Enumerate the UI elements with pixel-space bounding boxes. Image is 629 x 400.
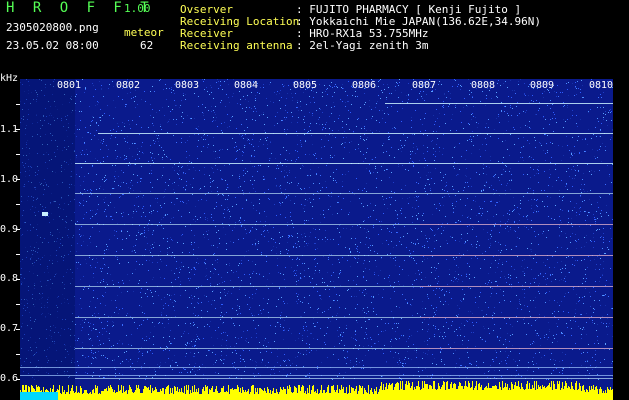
timestamp: 23.05.02 08:00	[6, 39, 99, 52]
app-version: 1.00	[124, 2, 151, 15]
spectrum-background	[20, 79, 613, 400]
x-tick-label: 0805	[293, 80, 318, 91]
x-tick-label: 0810	[589, 80, 614, 91]
info-label-antenna: Receiving antenna	[180, 39, 293, 52]
hroft-window: { "app": { "logo": "H R O F F T", "versi…	[0, 0, 629, 400]
x-tick-label: 0802	[116, 80, 141, 91]
x-tick-label: 0808	[471, 80, 496, 91]
spectrogram-canvas	[20, 79, 613, 400]
signal-start-marker	[20, 392, 58, 400]
x-tick-label: 0801	[57, 80, 82, 91]
y-tick-label: 1.1	[0, 124, 19, 135]
info-value-antenna: : 2el-Yagi zenith 3m	[296, 39, 429, 52]
baseline-line	[20, 367, 613, 368]
x-tick-label: 0804	[234, 80, 259, 91]
y-tick-label: 0.9	[0, 224, 19, 235]
meteor-echo-blip	[42, 212, 48, 216]
x-tick-label: 0806	[352, 80, 377, 91]
meteor-label: meteor	[124, 26, 164, 39]
meteor-count: 62	[140, 39, 154, 52]
x-tick-label: 0809	[530, 80, 555, 91]
y-tick-label: 1.0	[0, 174, 19, 185]
baseline-line-2	[20, 375, 613, 376]
spectrogram	[20, 79, 613, 400]
x-tick-label: 0803	[175, 80, 200, 91]
y-axis-unit: kHz	[0, 73, 19, 84]
file-name: 2305020800.png	[6, 21, 99, 34]
x-tick-label: 0807	[412, 80, 437, 91]
left-band	[20, 79, 75, 400]
